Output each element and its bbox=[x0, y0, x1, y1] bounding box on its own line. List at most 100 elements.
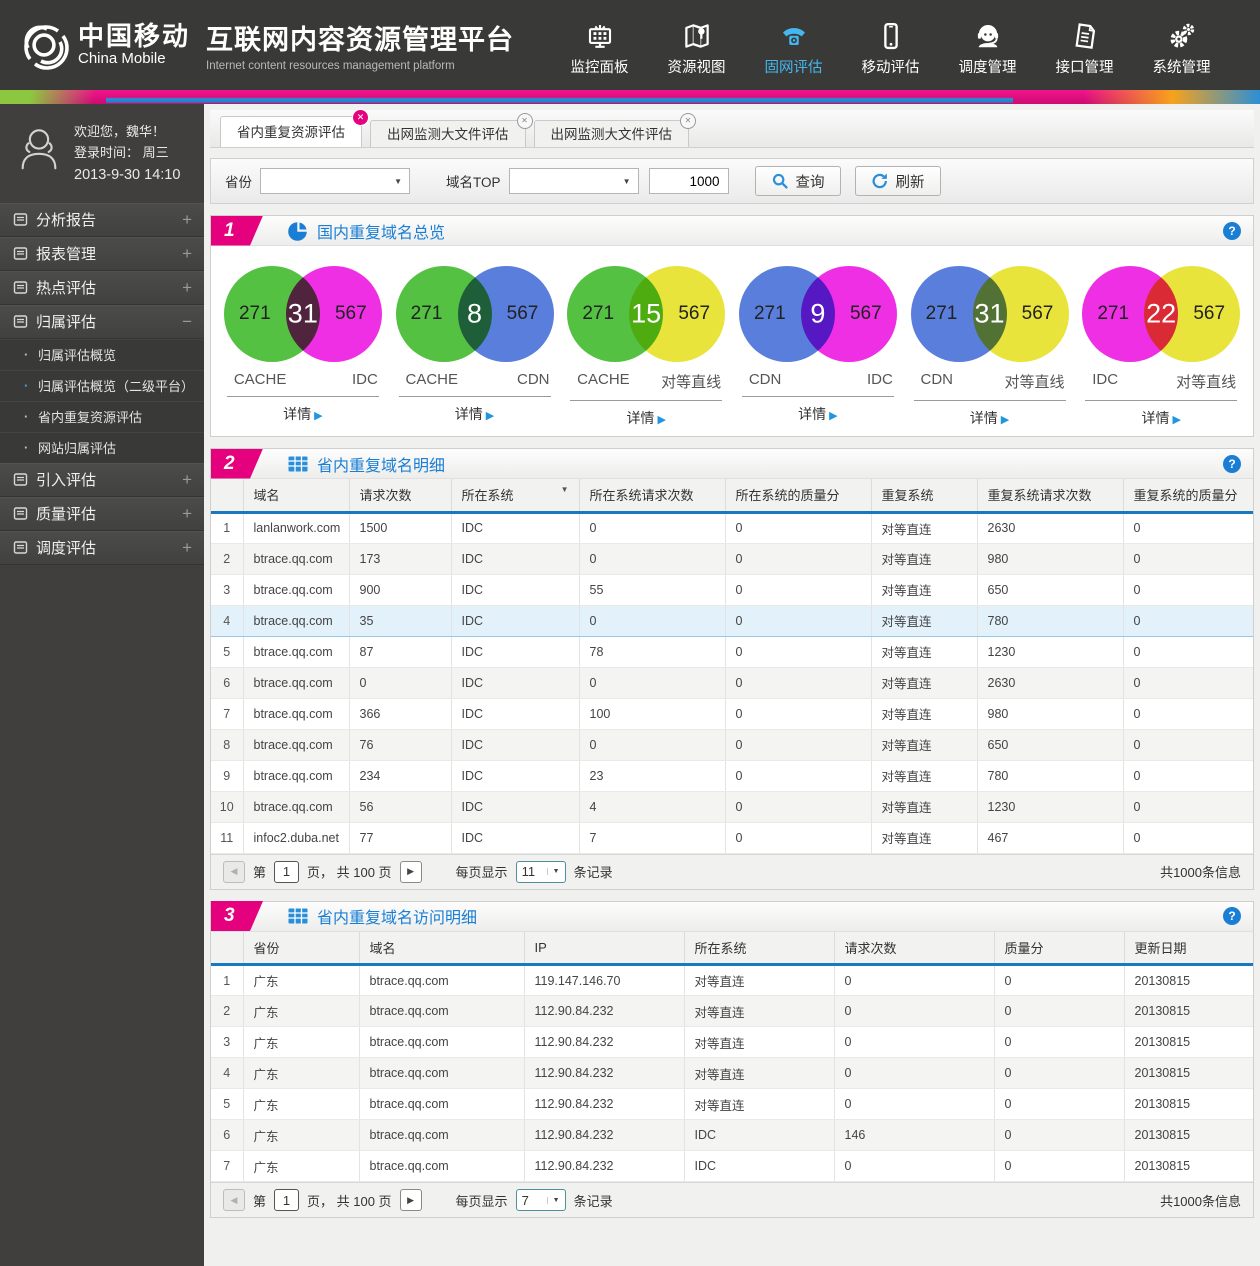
sidebar-subitem[interactable]: · 归属评估概览 bbox=[0, 338, 204, 370]
nav-item-map[interactable]: 资源视图 bbox=[648, 13, 745, 77]
section-number-badge: 1 bbox=[211, 216, 263, 246]
nav-item-dispatcher[interactable]: 调度管理 bbox=[939, 13, 1036, 77]
detail-link[interactable]: 详情 ▶ bbox=[1141, 408, 1180, 428]
sidebar: 欢迎您，魏华！ 登录时间： 周三 2013-9-30 14:10 分析报告 + 报表… bbox=[0, 104, 204, 1266]
table-row[interactable]: 4 广东 btrace.qq.com 112.90.84.232 对等直连 0 0 20130… bbox=[211, 1057, 1253, 1089]
table-cell: 0 bbox=[993, 1057, 1124, 1089]
table-row[interactable]: 11 infoc2.duba.net 77 IDC 7 0 对等直连 467 0 bbox=[211, 822, 1253, 854]
table-cell: 650 bbox=[976, 729, 1123, 761]
section-number-badge: 2 bbox=[211, 449, 263, 479]
column-header[interactable]: 所在系统 ▼ bbox=[450, 479, 579, 514]
per-page-select[interactable]: 7 ▼ bbox=[515, 1189, 566, 1211]
china-mobile-logo bbox=[16, 17, 72, 73]
venn-diagram: 271 22 567 bbox=[1082, 266, 1241, 362]
document-icon bbox=[13, 472, 28, 487]
page-number-input[interactable]: 1 bbox=[274, 1189, 300, 1211]
table-row[interactable]: 2 广东 btrace.qq.com 112.90.84.232 对等直连 0 0 20130… bbox=[211, 995, 1253, 1027]
domain-top-select[interactable]: ▼ bbox=[508, 168, 639, 194]
sidebar-item-2[interactable]: 报表管理 + bbox=[0, 236, 204, 271]
query-button[interactable]: 查询 bbox=[754, 166, 841, 196]
top-count-input[interactable] bbox=[648, 168, 729, 194]
sidebar-item-4[interactable]: 归属评估 − bbox=[0, 304, 204, 339]
sidebar-item-7[interactable]: 调度评估 + bbox=[0, 530, 204, 565]
help-icon[interactable]: ? bbox=[1223, 221, 1241, 240]
nav-item-dashboard[interactable]: 监控面板 bbox=[551, 13, 648, 77]
refresh-button[interactable]: 刷新 bbox=[854, 166, 941, 196]
table-header-row: 域名 请求次数 所在系统 ▼ 所在系统请求次数 所在系统的质量分 重复系统 重复系统请求次数 重… bbox=[211, 479, 1253, 514]
row-index: 1 bbox=[211, 512, 243, 544]
table-cell: 78 bbox=[578, 636, 725, 668]
table-row[interactable]: 2 btrace.qq.com 173 IDC 0 0 对等直连 980 0 bbox=[211, 543, 1253, 575]
table-row[interactable]: 4 btrace.qq.com 35 IDC 0 0 对等直连 780 0 bbox=[211, 604, 1253, 637]
table-row[interactable]: 6 btrace.qq.com 0 IDC 0 0 对等直连 2630 0 bbox=[211, 667, 1253, 699]
table-row[interactable]: 10 btrace.qq.com 56 IDC 4 0 对等直连 1230 0 bbox=[211, 791, 1253, 823]
detail-link[interactable]: 详情 ▶ bbox=[455, 404, 494, 424]
table-row[interactable]: 1 lanlanwork.com 1500 IDC 0 0 对等直连 2630 0 bbox=[211, 512, 1253, 544]
tab-1[interactable]: 省内重复资源评估 ✕ bbox=[220, 109, 369, 147]
row-index: 7 bbox=[211, 1150, 243, 1182]
nav-item-gears[interactable]: 系统管理 bbox=[1133, 13, 1230, 77]
table-cell: 0 bbox=[578, 543, 725, 575]
venn-labels: IDC 对等直线 bbox=[1082, 362, 1240, 392]
detail-link[interactable]: 详情 ▶ bbox=[970, 408, 1009, 428]
next-page-button[interactable]: ▶ bbox=[399, 860, 422, 883]
sidebar-subitem[interactable]: · 网站归属评估 bbox=[0, 431, 204, 463]
table-row[interactable]: 7 广东 btrace.qq.com 112.90.84.232 IDC 0 0 201308… bbox=[211, 1150, 1253, 1182]
section-title: 国内重复域名总览 bbox=[317, 224, 446, 242]
detail-link[interactable]: 详情 ▶ bbox=[798, 404, 837, 424]
sidebar-subitem[interactable]: · 省内重复资源评估 bbox=[0, 400, 204, 432]
table-row[interactable]: 3 btrace.qq.com 900 IDC 55 0 对等直连 650 0 bbox=[211, 574, 1253, 606]
nav-label: 接口管理 bbox=[1055, 60, 1114, 76]
province-select[interactable]: ▼ bbox=[260, 168, 410, 194]
nav-item-telephone[interactable]: 固网评估 bbox=[745, 13, 842, 77]
sidebar-item-3[interactable]: 热点评估 + bbox=[0, 270, 204, 305]
venn-diagram: 271 31 567 bbox=[910, 266, 1069, 362]
table-row[interactable]: 8 btrace.qq.com 76 IDC 0 0 对等直连 650 0 bbox=[211, 729, 1253, 761]
detail-link[interactable]: 详情 ▶ bbox=[626, 408, 665, 428]
tab-strip: 省内重复资源评估 ✕ 出网监测大文件评估 ✕ 出网监测大文件评估 ✕ bbox=[210, 109, 1254, 148]
table-row[interactable]: 9 btrace.qq.com 234 IDC 23 0 对等直连 780 0 bbox=[211, 760, 1253, 792]
nav-item-mobile[interactable]: 移动评估 bbox=[842, 13, 939, 77]
prev-page-button[interactable]: ◀ bbox=[223, 1189, 245, 1211]
column-header-label: 重复系统请求次数 bbox=[987, 488, 1092, 504]
close-icon[interactable]: ✕ bbox=[352, 109, 369, 126]
venn-overlap-value: 15 bbox=[631, 298, 662, 329]
venn-left-value: 271 bbox=[238, 303, 271, 324]
bullet-dot-icon: · bbox=[24, 409, 29, 425]
sidebar-subitem[interactable]: · 归属评估概览（二级平台） bbox=[0, 369, 204, 401]
venn-left-label: IDC bbox=[1092, 371, 1119, 388]
page-number-input[interactable]: 1 bbox=[274, 860, 300, 883]
table-row[interactable]: 6 广东 btrace.qq.com 112.90.84.232 IDC 146 0 2013… bbox=[211, 1119, 1253, 1151]
detail-link[interactable]: 详情 ▶ bbox=[283, 404, 322, 424]
help-icon[interactable]: ? bbox=[1223, 454, 1241, 473]
table-row[interactable]: 3 广东 btrace.qq.com 112.90.84.232 对等直连 0 0 20130… bbox=[211, 1026, 1253, 1058]
table-cell: 对等直连 bbox=[683, 964, 834, 996]
sidebar-item-6[interactable]: 质量评估 + bbox=[0, 496, 204, 531]
close-icon[interactable]: ✕ bbox=[680, 113, 696, 129]
table-row[interactable]: 7 btrace.qq.com 366 IDC 100 0 对等直连 980 0 bbox=[211, 698, 1253, 730]
table-row[interactable]: 1 广东 btrace.qq.com 119.147.146.70 对等直连 0 0 2013… bbox=[211, 964, 1253, 996]
table-grid-icon bbox=[288, 908, 308, 924]
next-page-button[interactable]: ▶ bbox=[399, 1189, 422, 1211]
table-row[interactable]: 5 btrace.qq.com 87 IDC 78 0 对等直连 1230 0 bbox=[211, 636, 1253, 668]
tab-3[interactable]: 出网监测大文件评估 ✕ bbox=[533, 113, 696, 147]
sidebar-item-5[interactable]: 引入评估 + bbox=[0, 462, 204, 497]
tab-2[interactable]: 出网监测大文件评估 ✕ bbox=[370, 113, 533, 147]
table-cell: 对等直连 bbox=[870, 791, 977, 823]
close-icon[interactable]: ✕ bbox=[516, 113, 533, 129]
nav-item-interface[interactable]: 接口管理 bbox=[1036, 13, 1133, 77]
table-row[interactable]: 5 广东 btrace.qq.com 112.90.84.232 对等直连 0 0 20130… bbox=[211, 1088, 1253, 1120]
help-icon[interactable]: ? bbox=[1223, 907, 1241, 925]
venn-card: 271 8 567 CACHE CDN 详情 ▶ bbox=[389, 266, 561, 428]
table-cell: 对等直连 bbox=[870, 512, 977, 544]
prev-page-button[interactable]: ◀ bbox=[223, 860, 245, 883]
table-cell: 112.90.84.232 bbox=[523, 995, 684, 1027]
column-header-label: 域名 bbox=[369, 940, 396, 956]
document-icon bbox=[13, 540, 28, 555]
column-header-index bbox=[211, 931, 243, 966]
per-page-select[interactable]: 11 ▼ bbox=[515, 860, 566, 883]
sidebar-item-1[interactable]: 分析报告 + bbox=[0, 202, 204, 237]
sort-caret-icon[interactable]: ▼ bbox=[561, 485, 569, 494]
table-cell: btrace.qq.com bbox=[242, 574, 349, 606]
document-icon bbox=[13, 506, 28, 521]
